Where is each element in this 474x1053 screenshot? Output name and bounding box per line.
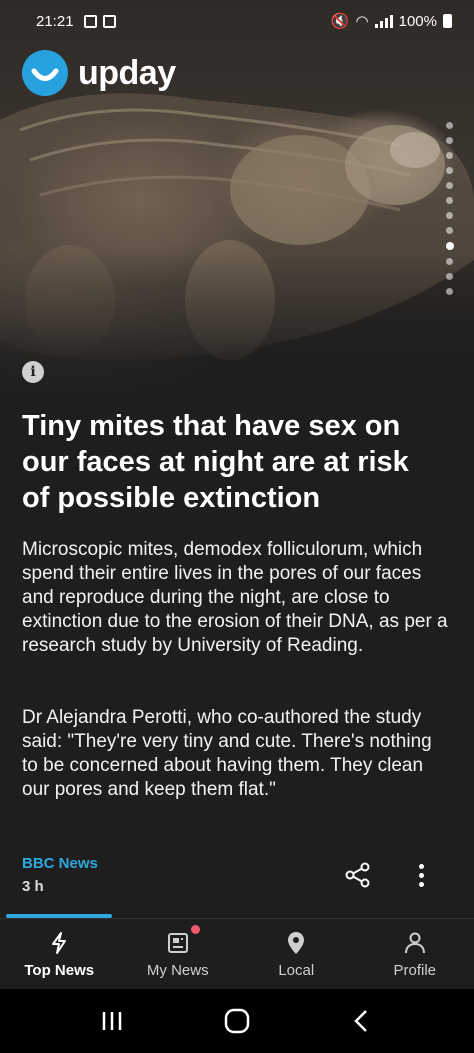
tab-profile[interactable]: Profile [356, 919, 474, 989]
more-dot [418, 863, 424, 869]
battery-percent: 100% [398, 12, 437, 30]
pager-dot[interactable] [446, 152, 453, 159]
article-age: 3 h [22, 878, 44, 895]
pager-dot[interactable] [446, 227, 453, 234]
tab-top-news[interactable]: Top News [0, 919, 119, 989]
more-options-button[interactable] [410, 860, 432, 890]
article-source[interactable]: BBC News [22, 855, 98, 872]
tab-label: Profile [393, 961, 437, 979]
more-dot [418, 872, 424, 878]
back-icon [353, 1010, 367, 1032]
pager-dot[interactable] [446, 212, 453, 219]
notification-icon [102, 14, 116, 28]
signal-icon [374, 14, 393, 28]
status-bar: 21:21 🔇 ◠ 100% [0, 0, 474, 42]
tab-label: My News [146, 961, 209, 979]
pager-dot[interactable] [446, 137, 453, 144]
pager-dot[interactable] [446, 167, 453, 174]
status-right: 🔇 ◠ 100% [331, 12, 452, 30]
article-paragraph-1: Microscopic mites, demodex folliculorum,… [22, 539, 448, 656]
tab-local[interactable]: Local [237, 919, 356, 989]
home-icon [224, 1008, 250, 1034]
info-icon[interactable]: i [22, 361, 44, 383]
share-icon [345, 862, 370, 888]
upday-logo-icon [22, 50, 68, 96]
status-time: 21:21 [36, 12, 74, 30]
person-icon [404, 932, 425, 953]
wifi-icon: ◠ [355, 13, 369, 30]
more-dot [418, 881, 424, 887]
tab-label: Local [278, 961, 315, 979]
share-button[interactable] [343, 860, 373, 890]
upday-logo: upday [22, 50, 176, 96]
battery-icon [443, 14, 452, 28]
pager-dot[interactable] [446, 258, 453, 265]
active-tab-indicator [6, 914, 112, 918]
article-paragraph-2: Dr Alejandra Perotti, who co-authored th… [22, 707, 432, 800]
recent-apps-icon [103, 1012, 122, 1030]
article-headline[interactable]: Tiny mites that have sex on our faces at… [22, 408, 442, 516]
pager-dot[interactable] [446, 288, 453, 295]
back-button[interactable] [342, 1001, 382, 1041]
location-pin-icon [288, 931, 305, 954]
tab-my-news[interactable]: My News [119, 919, 238, 989]
tab-label: Top News [24, 961, 95, 979]
notification-badge [190, 925, 200, 934]
bottom-nav: Top News My News Local Profile [0, 919, 474, 989]
pager-dot[interactable] [446, 122, 453, 129]
brand-name: upday [78, 53, 176, 92]
notification-icons [83, 14, 116, 28]
recent-apps-button[interactable] [92, 1001, 132, 1041]
pager-dot[interactable] [446, 182, 453, 189]
notification-icon [83, 14, 97, 28]
story-pager[interactable] [446, 122, 454, 295]
pager-dot[interactable] [446, 242, 454, 250]
mute-icon: 🔇 [330, 13, 350, 30]
news-icon [167, 932, 188, 953]
lightning-icon [52, 931, 67, 954]
pager-dot[interactable] [446, 273, 453, 280]
system-navigation-bar [0, 989, 474, 1053]
home-button[interactable] [217, 1001, 257, 1041]
pager-dot[interactable] [446, 197, 453, 204]
